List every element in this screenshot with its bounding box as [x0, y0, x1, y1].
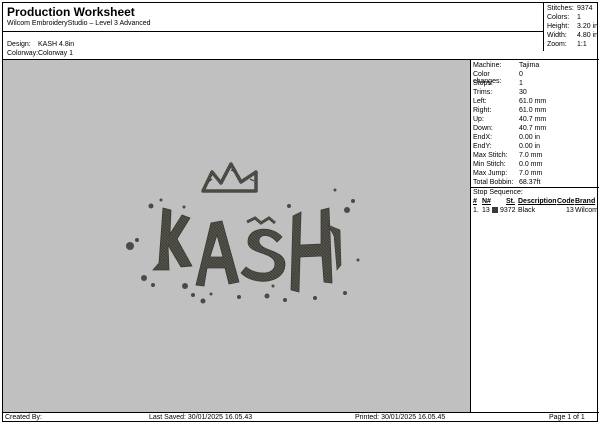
info-endy: EndY: 0.00 in: [473, 143, 597, 150]
info-stops: Stops: 1: [473, 80, 597, 87]
info-value: 61.0 mm: [519, 98, 547, 105]
letter-a: [195, 220, 240, 287]
letter-h: [290, 207, 333, 293]
info-up: Up: 40.7 mm: [473, 116, 597, 123]
design-preview: [3, 60, 470, 412]
s-accent: [246, 216, 276, 225]
design-row: Design: KASH 4.8in: [7, 41, 74, 48]
summary-stats: Stitches: 9374 Colors: 1 Height: 3.20 in…: [543, 3, 599, 51]
row-stitches: 9372: [500, 207, 516, 214]
stat-label: Zoom:: [547, 41, 567, 48]
info-right: Right: 61.0 mm: [473, 107, 597, 114]
header-divider: [3, 31, 543, 32]
info-machine: Machine: Tajima: [473, 62, 597, 69]
info-value: 7.0 mm: [519, 170, 543, 177]
info-max-stitch: Max Stitch: 7.0 mm: [473, 152, 597, 159]
stat-height: Height: 3.20 in: [547, 23, 598, 30]
info-down: Down: 40.7 mm: [473, 125, 597, 132]
col-description: Description: [518, 198, 557, 205]
created-by: Created By:: [5, 414, 42, 421]
row-code: 13: [566, 207, 574, 214]
info-max-jump: Max Jump: 7.0 mm: [473, 170, 597, 177]
colorway-row: Colorway: Colorway 1: [7, 50, 73, 57]
stat-stitches: Stitches: 9374: [547, 5, 593, 12]
info-value: 30: [519, 89, 527, 96]
info-label: Stops:: [473, 80, 493, 87]
machine-info-panel: Machine: Tajima Color changes: 0 Stops: 1 T…: [471, 60, 599, 412]
info-value: Tajima: [519, 62, 540, 69]
info-label: EndX:: [473, 134, 493, 141]
info-value: 61.0 mm: [519, 107, 547, 114]
info-min-stitch: Min Stitch: 0.0 mm: [473, 161, 597, 168]
design-value: KASH 4.8in: [38, 41, 75, 48]
thread-swatch: [492, 207, 498, 215]
stat-label: Height:: [547, 23, 570, 30]
info-label: Left:: [473, 98, 487, 105]
col-hash: #: [473, 198, 477, 205]
info-value: 0.00 in: [519, 134, 541, 141]
stat-value: 1: [577, 14, 581, 21]
design-label: Design:: [7, 41, 31, 48]
info-label: Min Stitch:: [473, 161, 506, 168]
info-value: 1: [519, 80, 523, 87]
page-number: Page 1 of 1: [549, 414, 585, 421]
row-number: 1.: [473, 207, 479, 214]
letter-s: [240, 228, 286, 282]
col-needle: N#: [482, 198, 491, 205]
info-value: 0.0 mm: [519, 161, 543, 168]
embroidery-design-graphic: [126, 162, 360, 304]
row-needle: 13: [482, 207, 490, 214]
crown-outline: [201, 162, 258, 193]
info-trims: Trims: 30: [473, 89, 597, 96]
stop-sequence-title: Stop Sequence:: [473, 189, 523, 196]
info-total-bobbin: Total Bobbin: 68.37ft: [473, 179, 597, 186]
col-code: Code: [557, 198, 575, 205]
letter-k: [152, 207, 193, 271]
stat-width: Width: 4.80 in: [547, 32, 598, 39]
info-label: Total Bobbin:: [473, 179, 514, 186]
stat-zoom: Zoom: 1:1: [547, 41, 587, 48]
info-label: Right:: [473, 107, 492, 114]
colorway-value: Colorway 1: [38, 50, 74, 57]
row-description: Black: [518, 207, 536, 214]
info-label: Trims:: [473, 89, 493, 96]
worksheet-title: Production Worksheet: [7, 5, 135, 19]
production-worksheet: Production Worksheet Wilcom EmbroiderySt…: [2, 2, 599, 423]
stop-sequence-divider: [471, 187, 599, 188]
stat-value: 1:1: [577, 41, 587, 48]
worksheet-footer: Created By: Last Saved: 30/01/2025 16.05…: [3, 412, 599, 423]
info-label: Max Stitch:: [473, 152, 508, 159]
info-value: 68.37ft: [519, 179, 541, 186]
stat-label: Width:: [547, 32, 567, 39]
info-label: Up:: [473, 116, 484, 123]
info-value: 7.0 mm: [519, 152, 543, 159]
info-left: Left: 61.0 mm: [473, 98, 597, 105]
last-saved: Last Saved: 30/01/2025 16.05.43: [149, 414, 253, 421]
info-label: Down:: [473, 125, 493, 132]
stat-value: 9374: [577, 5, 593, 12]
colorway-label: Colorway:: [7, 50, 39, 57]
stat-colors: Colors: 1: [547, 14, 581, 21]
stat-value: 4.80 in: [577, 32, 599, 39]
info-endx: EndX: 0.00 in: [473, 134, 597, 141]
stat-label: Colors:: [547, 14, 570, 21]
info-value: 0.00 in: [519, 143, 541, 150]
col-brand: Brand: [575, 198, 596, 205]
info-label: Machine:: [473, 62, 502, 69]
info-label: EndY:: [473, 143, 492, 150]
stat-label: Stitches:: [547, 5, 574, 12]
col-stitches: St.: [506, 198, 515, 205]
info-value: 40.7 mm: [519, 125, 547, 132]
software-name: Wilcom EmbroideryStudio – Level 3 Advanc…: [7, 20, 151, 27]
info-value: 40.7 mm: [519, 116, 547, 123]
row-brand: Wilcom: [575, 207, 598, 214]
stat-value: 3.20 in: [577, 23, 599, 30]
info-label: Max Jump:: [473, 170, 508, 177]
printed-date: Printed: 30/01/2025 16.05.45: [355, 414, 446, 421]
